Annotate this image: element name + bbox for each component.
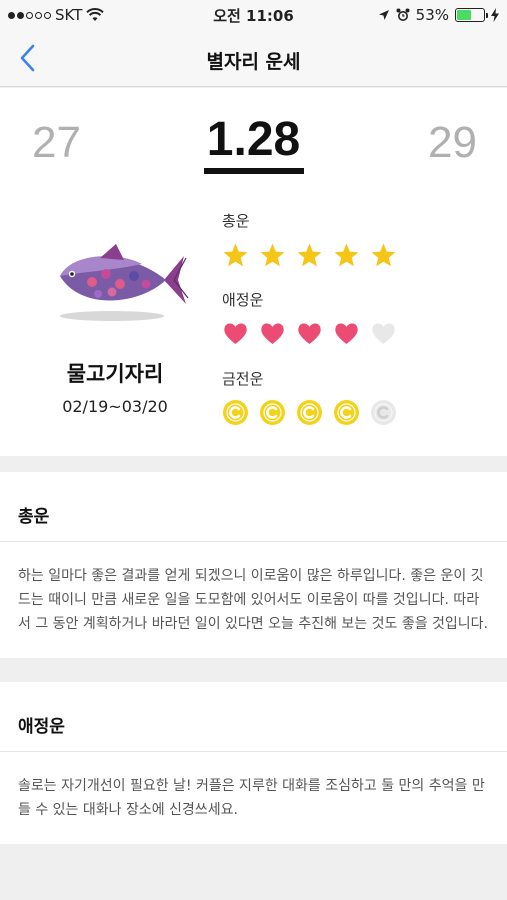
love-fortune-label: 애정운	[222, 291, 264, 309]
money-fortune-rating	[222, 399, 397, 426]
status-bar: SKT 오전 11:06 53%	[0, 0, 507, 30]
heart-icon	[261, 323, 284, 344]
star-icon	[371, 243, 396, 267]
alarm-clock-icon	[396, 8, 410, 21]
star-icon	[334, 243, 359, 267]
current-date-underline	[204, 168, 304, 174]
love-fortune-section: 애정운 솔로는 자기개선이 필요한 날! 커플은 지루한 대화를 조심하고 둘 …	[0, 682, 507, 844]
pisces-fish-icon	[60, 244, 189, 321]
section-body: 하는 일마다 좋은 결과를 얻게 되겠으니 이로움이 많은 하루입니다. 좋은 …	[18, 568, 489, 632]
section-title: 애정운	[0, 682, 507, 752]
coin-icon	[371, 400, 396, 425]
coin-icon	[297, 400, 322, 425]
section-title: 총운	[0, 472, 507, 542]
overall-fortune-rating	[222, 242, 397, 269]
status-right: 53%	[378, 6, 499, 24]
coin-icon	[260, 400, 285, 425]
battery-percent: 53%	[415, 6, 449, 24]
star-icon	[260, 243, 285, 267]
section-body: 솔로는 자기개선이 필요한 날! 커플은 지루한 대화를 조심하고 둘 만의 추…	[18, 778, 485, 818]
charging-bolt-icon	[491, 8, 499, 22]
love-fortune-rating	[222, 320, 397, 347]
money-fortune-label: 금전운	[222, 370, 264, 388]
heart-icon	[224, 323, 247, 344]
heart-icon	[335, 323, 358, 344]
zodiac-name: 물고기자리	[66, 362, 164, 386]
coin-icon	[334, 400, 359, 425]
overall-fortune-section: 총운 하는 일마다 좋은 결과를 얻게 되겠으니 이로움이 많은 하루입니다. …	[0, 472, 507, 658]
overall-fortune-label: 총운	[222, 212, 250, 230]
navigation-bar: 별자리 운세	[0, 30, 507, 87]
star-icon	[297, 243, 322, 267]
next-date-button[interactable]: 29	[428, 118, 477, 168]
star-icon	[223, 243, 248, 267]
heart-icon	[298, 323, 321, 344]
fortune-summary-panel: 27 1.28 29 물고기자리 02/19~03/20 총운 애정운 금전운	[0, 88, 507, 456]
coin-icon	[223, 400, 248, 425]
battery-icon	[455, 8, 488, 22]
heart-icon	[372, 323, 395, 344]
zodiac-date-range: 02/19~03/20	[62, 397, 168, 416]
location-arrow-icon	[378, 10, 389, 20]
page-title: 별자리 운세	[206, 51, 301, 73]
